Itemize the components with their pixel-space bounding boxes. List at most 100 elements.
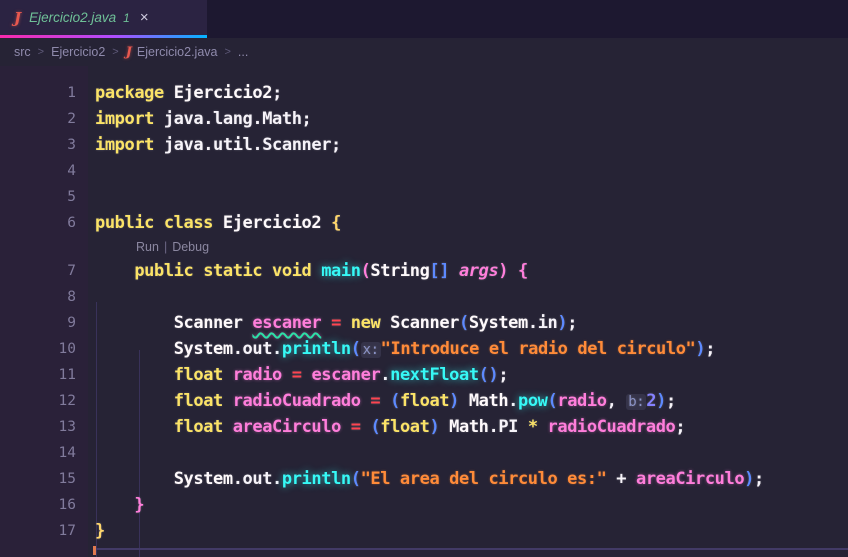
line-number[interactable]: 8 xyxy=(0,289,88,305)
code-token: } xyxy=(134,495,145,515)
code-line-text[interactable]: public class Ejercicio2 { xyxy=(95,213,341,233)
code-line-text[interactable]: import java.lang.Math; xyxy=(95,109,312,129)
line-number[interactable]: 14 xyxy=(0,445,88,461)
code-line-text[interactable]: import java.util.Scanner; xyxy=(95,135,341,155)
line-number[interactable]: 16 xyxy=(0,497,88,513)
breadcrumb-ejercicio2-java[interactable]: Ejercicio2.java xyxy=(137,45,218,59)
code-token: ( xyxy=(547,391,558,411)
breadcrumb-src[interactable]: src xyxy=(14,45,31,59)
code-area: 1 package Ejercicio2; 2 import java.lang.Ma… xyxy=(0,80,848,544)
code-token: ; xyxy=(498,365,509,385)
code-token: package xyxy=(95,83,164,103)
code-line-text[interactable]: Scanner escaner = new Scanner(System.in)… xyxy=(95,313,578,333)
line-number[interactable]: 9 xyxy=(0,315,88,331)
code-token: () xyxy=(478,365,499,385)
line-number[interactable]: 12 xyxy=(0,393,88,409)
line-number[interactable]: 4 xyxy=(0,163,88,179)
line-number[interactable]: 7 xyxy=(0,263,88,279)
code-token: ) xyxy=(656,391,666,411)
code-token: ; xyxy=(754,469,764,489)
codelens-debug-link[interactable]: Debug xyxy=(172,240,209,254)
code-token: * xyxy=(527,417,538,437)
horizontal-scrollbar[interactable] xyxy=(93,548,848,550)
code-line: 10 System.out.println(x: "Introduce el ra… xyxy=(0,336,848,362)
code-token: ; xyxy=(567,313,578,333)
code-token: = xyxy=(331,313,341,333)
line-number[interactable]: 10 xyxy=(0,341,88,357)
code-token: new xyxy=(350,313,381,333)
code-token: println xyxy=(281,469,351,489)
code-line-text[interactable]: } xyxy=(95,521,105,541)
code-token: radioCuadrado xyxy=(232,391,361,411)
code-token: float xyxy=(173,391,224,411)
code-token: ( xyxy=(390,391,400,411)
code-token: ) xyxy=(498,261,509,281)
code-line: 11 float radio = escaner.nextFloat(); xyxy=(0,362,848,388)
code-token: ) xyxy=(557,313,568,333)
code-line-text[interactable]: package Ejercicio2; xyxy=(95,83,282,103)
line-number[interactable]: 1 xyxy=(0,85,88,101)
code-token: ) xyxy=(429,417,440,437)
code-token: .out. xyxy=(232,469,283,489)
line-number[interactable]: 15 xyxy=(0,471,88,487)
line-number[interactable]: 2 xyxy=(0,111,88,127)
code-token: System xyxy=(173,469,233,489)
code-line-text[interactable]: System.out.println("El area del circulo … xyxy=(95,469,765,489)
breadcrumb-ejercicio2[interactable]: Ejercicio2 xyxy=(51,45,105,59)
line-number[interactable]: 5 xyxy=(0,189,88,205)
line-number[interactable]: 17 xyxy=(0,523,88,539)
java-file-icon: J xyxy=(14,8,22,27)
code-token: ) xyxy=(744,469,755,489)
code-token: import xyxy=(95,109,155,129)
code-token: args xyxy=(458,261,499,281)
code-line-text[interactable]: System.out.println(x: "Introduce el radio… xyxy=(95,339,716,359)
code-line: 1 package Ejercicio2; xyxy=(0,80,848,106)
code-token: radioCuadrado xyxy=(547,417,676,437)
code-line: 3 import java.util.Scanner; xyxy=(0,132,848,158)
line-number[interactable]: 11 xyxy=(0,367,88,383)
code-token: println xyxy=(281,339,351,359)
code-line-text[interactable]: } xyxy=(95,495,144,515)
code-token: ; xyxy=(675,417,686,437)
code-line-text[interactable]: float radio = escaner.nextFloat(); xyxy=(95,365,509,385)
code-line-text[interactable]: float areaCirculo = (float) Math.PI * ra… xyxy=(95,417,686,437)
code-line: 6 public class Ejercicio2 { xyxy=(0,210,848,236)
code-token: float xyxy=(173,365,224,385)
close-icon[interactable]: × xyxy=(140,9,149,26)
code-line-text[interactable]: public static void main(String[] args) { xyxy=(95,261,528,281)
line-number[interactable]: 13 xyxy=(0,419,88,435)
codelens-run-link[interactable]: Run xyxy=(136,240,159,254)
code-token: float xyxy=(173,417,224,437)
codelens-row: Run | Debug xyxy=(0,236,848,258)
code-line: 12 float radioCuadrado = (float) Math.po… xyxy=(0,388,848,414)
code-token: ( xyxy=(370,417,381,437)
code-token: System xyxy=(468,313,528,333)
code-token: = xyxy=(291,365,302,385)
code-token: areaCirculo xyxy=(232,417,342,437)
breadcrumb-symbol-path[interactable]: ... xyxy=(238,45,248,59)
code-line-text[interactable]: float radioCuadrado = (float) Math.pow(r… xyxy=(95,391,677,411)
code-line: 5 xyxy=(0,184,848,210)
line-number[interactable]: 6 xyxy=(0,215,88,231)
tab-ejercicio2-java[interactable]: J Ejercicio2.java 1 × xyxy=(0,0,207,38)
code-token: Scanner xyxy=(173,313,243,333)
code-token: public static void xyxy=(134,261,312,281)
chevron-separator-icon: > xyxy=(224,46,231,58)
overview-ruler-mark xyxy=(93,546,96,555)
line-number[interactable]: 3 xyxy=(0,137,88,153)
code-token: Math xyxy=(449,417,489,437)
vscode-editor-window: J Ejercicio2.java 1 × src > Ejercicio2 >… xyxy=(0,0,848,557)
code-line: 4 xyxy=(0,158,848,184)
